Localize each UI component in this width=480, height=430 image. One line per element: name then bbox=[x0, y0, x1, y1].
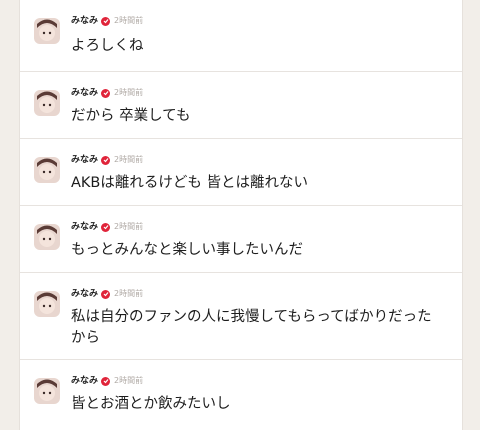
verified-check-icon bbox=[101, 376, 111, 386]
post-text: AKBは離れるけども 皆とは離れない bbox=[71, 175, 308, 191]
post-feed: みなみ 2時間前 よろしくね みなみ 2時間前 だから 卒業しても みなみ 2時… bbox=[19, 0, 463, 430]
post-time: 2時間前 bbox=[114, 222, 144, 231]
avatar[interactable] bbox=[34, 90, 60, 116]
post-time: 2時間前 bbox=[114, 155, 144, 164]
post-text: もっとみんなと楽しい事したいんだ bbox=[71, 242, 303, 258]
avatar[interactable] bbox=[34, 157, 60, 183]
post-item[interactable]: みなみ 2時間前 だから 卒業しても bbox=[20, 72, 462, 139]
post-item[interactable]: みなみ 2時間前 AKBは離れるけども 皆とは離れない bbox=[20, 139, 462, 206]
post-header: みなみ 2時間前 bbox=[71, 220, 143, 234]
post-item[interactable]: みなみ 2時間前 よろしくね bbox=[20, 0, 462, 72]
author-name[interactable]: みなみ bbox=[71, 288, 98, 300]
avatar[interactable] bbox=[34, 224, 60, 250]
post-text: だから 卒業しても bbox=[71, 108, 191, 124]
author-name[interactable]: みなみ bbox=[71, 221, 98, 233]
post-header: みなみ 2時間前 bbox=[71, 287, 143, 301]
post-item[interactable]: みなみ 2時間前 もっとみんなと楽しい事したいんだ bbox=[20, 206, 462, 273]
post-time: 2時間前 bbox=[114, 289, 144, 298]
avatar[interactable] bbox=[34, 18, 60, 44]
avatar[interactable] bbox=[34, 378, 60, 404]
post-time: 2時間前 bbox=[114, 88, 144, 97]
author-name[interactable]: みなみ bbox=[71, 375, 98, 387]
verified-check-icon bbox=[101, 155, 111, 165]
author-name[interactable]: みなみ bbox=[71, 154, 98, 166]
post-header: みなみ 2時間前 bbox=[71, 14, 143, 28]
post-text: よろしくね bbox=[71, 38, 144, 54]
verified-check-icon bbox=[101, 222, 111, 232]
post-item[interactable]: みなみ 2時間前 私は自分のファンの人に我慢してもらってばかりだったから bbox=[20, 273, 462, 360]
author-name[interactable]: みなみ bbox=[71, 15, 98, 27]
post-header: みなみ 2時間前 bbox=[71, 86, 143, 100]
post-text: 私は自分のファンの人に我慢してもらってばかりだったから bbox=[71, 309, 432, 346]
post-header: みなみ 2時間前 bbox=[71, 153, 143, 167]
post-header: みなみ 2時間前 bbox=[71, 374, 143, 388]
verified-check-icon bbox=[101, 289, 111, 299]
post-item[interactable]: みなみ 2時間前 皆とお酒とか飲みたいし bbox=[20, 360, 462, 430]
post-time: 2時間前 bbox=[114, 376, 144, 385]
verified-check-icon bbox=[101, 16, 111, 26]
avatar[interactable] bbox=[34, 291, 60, 317]
verified-check-icon bbox=[101, 88, 111, 98]
post-time: 2時間前 bbox=[114, 16, 144, 25]
author-name[interactable]: みなみ bbox=[71, 87, 98, 99]
post-text: 皆とお酒とか飲みたいし bbox=[71, 396, 231, 412]
